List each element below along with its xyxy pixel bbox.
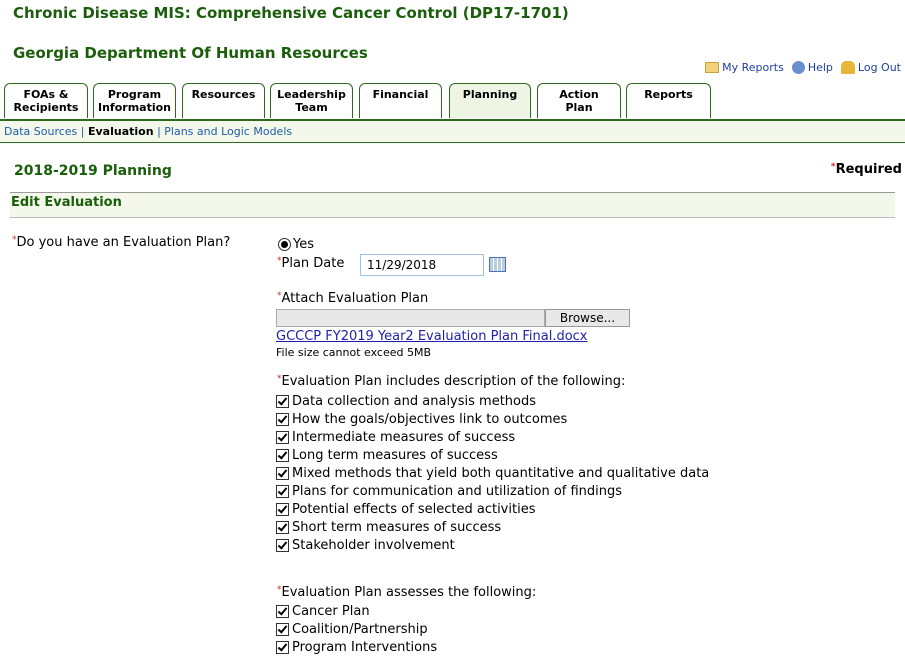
top-links: My Reports Help Log Out [705, 61, 901, 74]
checkbox-checked[interactable] [276, 538, 289, 552]
checkbox-label: Plans for communication and utilization … [292, 483, 623, 499]
checkbox-label: Coalition/Partnership [292, 621, 428, 637]
tab-planning[interactable]: Planning [449, 83, 531, 118]
checkbox-item[interactable]: Long term measures of success [276, 446, 709, 464]
subnav-data-sources[interactable]: Data Sources [4, 125, 77, 138]
app-title: Chronic Disease MIS: Comprehensive Cance… [13, 4, 569, 22]
help-icon [791, 61, 805, 74]
checkbox-item[interactable]: Coalition/Partnership [276, 620, 437, 638]
checkbox-item[interactable]: Plans for communication and utilization … [276, 482, 709, 500]
checkbox-item[interactable]: Short term measures of success [276, 518, 709, 536]
tab-action-plan[interactable]: Action Plan [537, 83, 621, 118]
required-legend: *Required [830, 162, 902, 177]
checkbox-label: Program Interventions [292, 639, 438, 655]
checkbox-checked[interactable] [276, 640, 289, 654]
checkbox-label: Data collection and analysis methods [292, 393, 537, 409]
browse-button[interactable]: Browse... [545, 309, 630, 327]
folder-icon [705, 62, 720, 73]
logout-link[interactable]: Log Out [840, 61, 901, 74]
plan-date-label: *Plan Date [277, 256, 345, 271]
checkbox-item[interactable]: Cancer Plan [276, 602, 437, 620]
checkbox-label: How the goals/objectives link to outcome… [292, 411, 568, 427]
sub-nav: Data Sources | Evaluation | Plans and Lo… [0, 121, 905, 143]
checkbox-label: Stakeholder involvement [292, 537, 455, 553]
checkbox-checked[interactable] [276, 604, 289, 618]
checkbox-checked[interactable] [276, 430, 289, 444]
tab-program-information[interactable]: Program Information [93, 83, 176, 118]
tab-financial[interactable]: Financial [359, 83, 442, 118]
plan-date-input[interactable] [360, 254, 484, 276]
assesses-label: *Evaluation Plan assesses the following: [277, 585, 537, 600]
checkbox-label: Cancer Plan [292, 603, 370, 619]
separator: | [157, 125, 161, 138]
checkbox-item[interactable]: Data collection and analysis methods [276, 392, 709, 410]
section-header: Edit Evaluation [10, 192, 895, 218]
assesses-checkbox-list: Cancer Plan Coalition/Partnership Program … [276, 602, 437, 656]
attached-file-link[interactable]: GCCCP FY2019 Year2 Evaluation Plan Final… [276, 329, 588, 344]
checkbox-label: Long term measures of success [292, 447, 498, 463]
includes-label: *Evaluation Plan includes description of… [277, 374, 626, 389]
checkbox-checked[interactable] [276, 394, 289, 408]
main-tabs: FOAs & Recipients Program Information Reso… [0, 83, 905, 121]
tab-leadership-team[interactable]: Leadership Team [270, 83, 353, 118]
checkbox-label: Potential effects of selected activities [292, 501, 536, 517]
checkbox-label: Mixed methods that yield both quantitati… [292, 465, 710, 481]
my-reports-link[interactable]: My Reports [705, 61, 784, 74]
page-title: 2018-2019 Planning [14, 163, 172, 179]
lock-icon [840, 61, 855, 74]
tab-reports[interactable]: Reports [626, 83, 711, 118]
separator: | [80, 125, 85, 138]
file-path-input[interactable] [276, 309, 545, 327]
checkbox-item[interactable]: Stakeholder involvement [276, 536, 709, 554]
evaluation-plan-question: *Do you have an Evaluation Plan? [12, 235, 231, 250]
file-size-note: File size cannot exceed 5MB [276, 346, 431, 359]
checkbox-checked[interactable] [276, 466, 289, 480]
checkbox-checked[interactable] [276, 520, 289, 534]
org-name: Georgia Department Of Human Resources [13, 44, 368, 62]
checkbox-checked[interactable] [276, 412, 289, 426]
includes-checkbox-list: Data collection and analysis methods How … [276, 392, 709, 554]
checkbox-item[interactable]: How the goals/objectives link to outcome… [276, 410, 709, 428]
subnav-evaluation[interactable]: Evaluation [88, 125, 154, 138]
checkbox-item[interactable]: Program Interventions [276, 638, 437, 656]
checkbox-checked[interactable] [276, 484, 289, 498]
attach-plan-label: *Attach Evaluation Plan [277, 291, 429, 306]
checkbox-label: Short term measures of success [292, 519, 502, 535]
radio-button[interactable] [278, 238, 291, 251]
tab-foas-recipients[interactable]: FOAs & Recipients [4, 83, 88, 118]
checkbox-checked[interactable] [276, 448, 289, 462]
checkbox-item[interactable]: Mixed methods that yield both quantitati… [276, 464, 709, 482]
tab-resources[interactable]: Resources [182, 83, 265, 118]
checkbox-item[interactable]: Potential effects of selected activities [276, 500, 709, 518]
checkbox-item[interactable]: Intermediate measures of success [276, 428, 709, 446]
checkbox-label: Intermediate measures of success [292, 429, 516, 445]
checkbox-checked[interactable] [276, 502, 289, 516]
subnav-plans-logic-models[interactable]: Plans and Logic Models [164, 125, 292, 138]
calendar-icon[interactable] [489, 257, 506, 272]
radio-yes[interactable]: Yes [278, 237, 314, 252]
checkbox-checked[interactable] [276, 622, 289, 636]
help-link[interactable]: Help [791, 61, 833, 74]
